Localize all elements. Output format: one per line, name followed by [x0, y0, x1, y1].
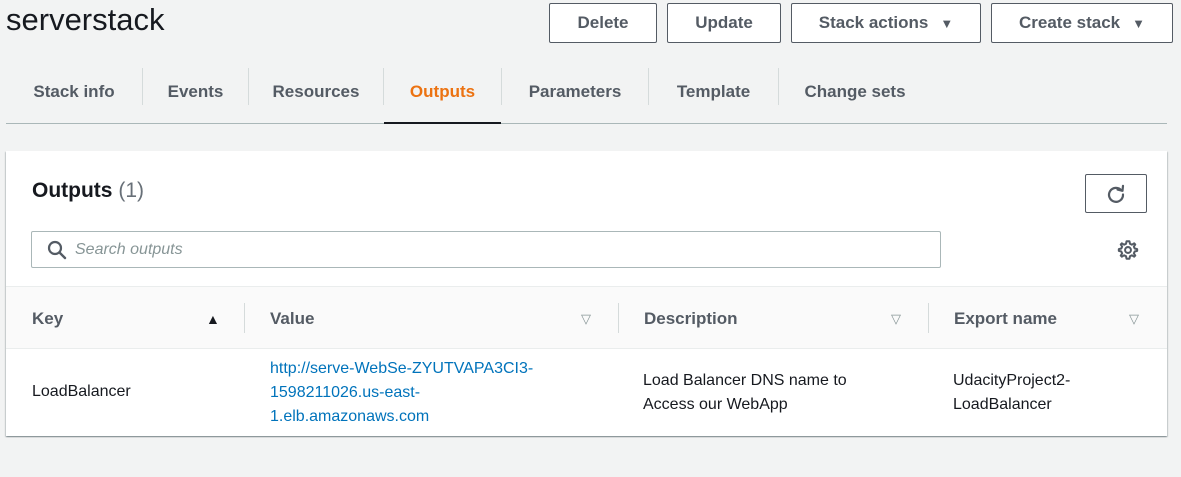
table-row: LoadBalancer http://serve-WebSe-ZYUTVAPA… — [6, 349, 1167, 436]
output-description: Load Balancer DNS name to Access our Web… — [643, 369, 847, 417]
tab-label: Parameters — [528, 81, 622, 101]
output-export-name: UdacityProject2- LoadBalancer — [953, 369, 1070, 417]
tab-label: Resources — [272, 81, 360, 101]
refresh-button[interactable] — [1085, 174, 1147, 213]
column-header-value[interactable]: Value ▽ — [244, 287, 618, 350]
stack-actions-label: Stack actions — [818, 13, 929, 32]
export-line: LoadBalancer — [953, 396, 1052, 413]
column-label: Value — [270, 308, 315, 328]
delete-button[interactable]: Delete — [549, 3, 657, 43]
create-stack-label: Create stack — [1019, 13, 1121, 32]
tab-outputs[interactable]: Outputs — [384, 60, 501, 124]
caret-down-icon: ▼ — [1132, 15, 1145, 31]
tab-resources[interactable]: Resources — [249, 60, 383, 123]
tab-stack-info[interactable]: Stack info — [6, 60, 142, 123]
outputs-panel: Outputs (1) Search outputs Key ▲ Value ▽… — [6, 151, 1167, 436]
export-line: UdacityProject2- — [953, 372, 1071, 389]
column-header-description[interactable]: Description ▽ — [618, 287, 928, 350]
tab-change-sets[interactable]: Change sets — [779, 60, 931, 123]
column-label: Description — [644, 308, 738, 328]
column-header-export-name[interactable]: Export name ▽ — [928, 287, 1167, 350]
update-button[interactable]: Update — [667, 3, 781, 43]
outputs-heading: Outputs (1) — [32, 179, 144, 203]
value-line: 1.elb.amazonaws.com — [270, 408, 430, 425]
sort-icon: ▽ — [581, 310, 591, 326]
tab-template[interactable]: Template — [649, 60, 778, 123]
stack-actions-button[interactable]: Stack actions ▼ — [791, 3, 981, 43]
output-value: http://serve-WebSe-ZYUTVAPA3CI3- 1598211… — [270, 357, 533, 429]
search-icon — [47, 240, 67, 259]
sort-icon: ▽ — [1129, 310, 1139, 326]
sort-icon: ▽ — [891, 310, 901, 326]
delete-button-label: Delete — [577, 13, 629, 32]
tab-parameters[interactable]: Parameters — [502, 60, 648, 123]
column-label: Key — [32, 308, 64, 328]
outputs-title: Outputs — [32, 179, 113, 202]
tab-label: Outputs — [409, 81, 476, 101]
value-line: http://serve-WebSe-ZYUTVAPA3CI3- — [270, 360, 534, 377]
outputs-table-header: Key ▲ Value ▽ Description ▽ Export name … — [6, 286, 1167, 349]
description-line: Load Balancer DNS name to — [643, 372, 847, 389]
refresh-icon — [1107, 184, 1125, 203]
tab-label: Stack info — [33, 81, 115, 101]
description-line: Access our WebApp — [643, 396, 788, 413]
tab-events[interactable]: Events — [143, 60, 248, 123]
tab-label: Change sets — [804, 81, 906, 101]
preferences-button[interactable] — [1115, 237, 1140, 262]
update-button-label: Update — [695, 13, 753, 32]
output-key: LoadBalancer — [32, 383, 131, 400]
tab-label: Events — [167, 81, 224, 101]
stack-tabs: Stack info Events Resources Outputs Para… — [6, 60, 1167, 124]
column-label: Export name — [954, 308, 1057, 328]
search-outputs-input[interactable] — [75, 234, 935, 265]
value-line: 1598211026.us-east- — [270, 384, 421, 401]
page-title: serverstack — [6, 2, 165, 37]
sort-ascending-icon: ▲ — [206, 310, 220, 327]
gear-icon — [1117, 239, 1138, 260]
search-outputs-field[interactable] — [31, 231, 941, 268]
caret-down-icon: ▼ — [940, 15, 954, 31]
outputs-count: (1) — [118, 179, 144, 202]
create-stack-button[interactable]: Create stack ▼ — [991, 3, 1173, 43]
tab-label: Template — [676, 81, 751, 101]
column-header-key[interactable]: Key ▲ — [6, 287, 244, 350]
cloudformation-stack-page: serverstack Delete Update Stack actions … — [0, 0, 1181, 477]
output-value-link[interactable]: http://serve-WebSe-ZYUTVAPA3CI3- 1598211… — [270, 360, 533, 425]
